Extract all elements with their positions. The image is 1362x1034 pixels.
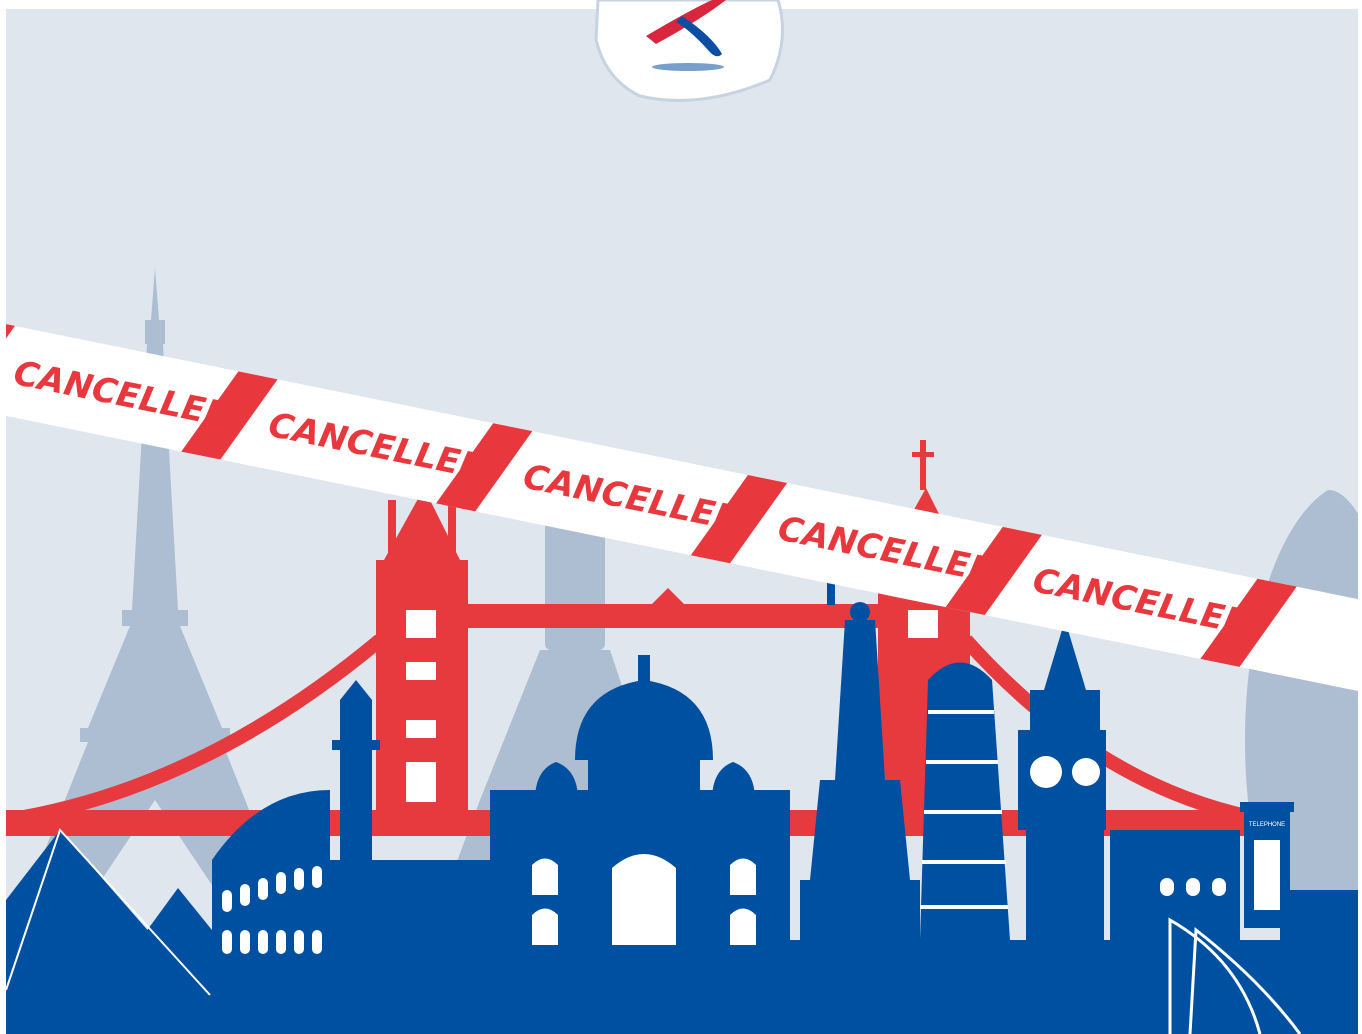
leaning-tower-of-pisa	[920, 662, 1010, 940]
cancelled-tape: CANCELLED CANCELLED CANCELLED CANCELLED …	[6, 317, 1358, 698]
ground	[6, 940, 1358, 1034]
minaret	[332, 680, 380, 870]
big-ben	[1018, 620, 1106, 1000]
travel-cancelled-illustration: CANCELLED CANCELLED CANCELLED CANCELLED …	[6, 0, 1358, 1034]
airline-x-logo-icon	[594, 0, 784, 102]
telephone-label: TELEPHONE	[1249, 822, 1285, 828]
